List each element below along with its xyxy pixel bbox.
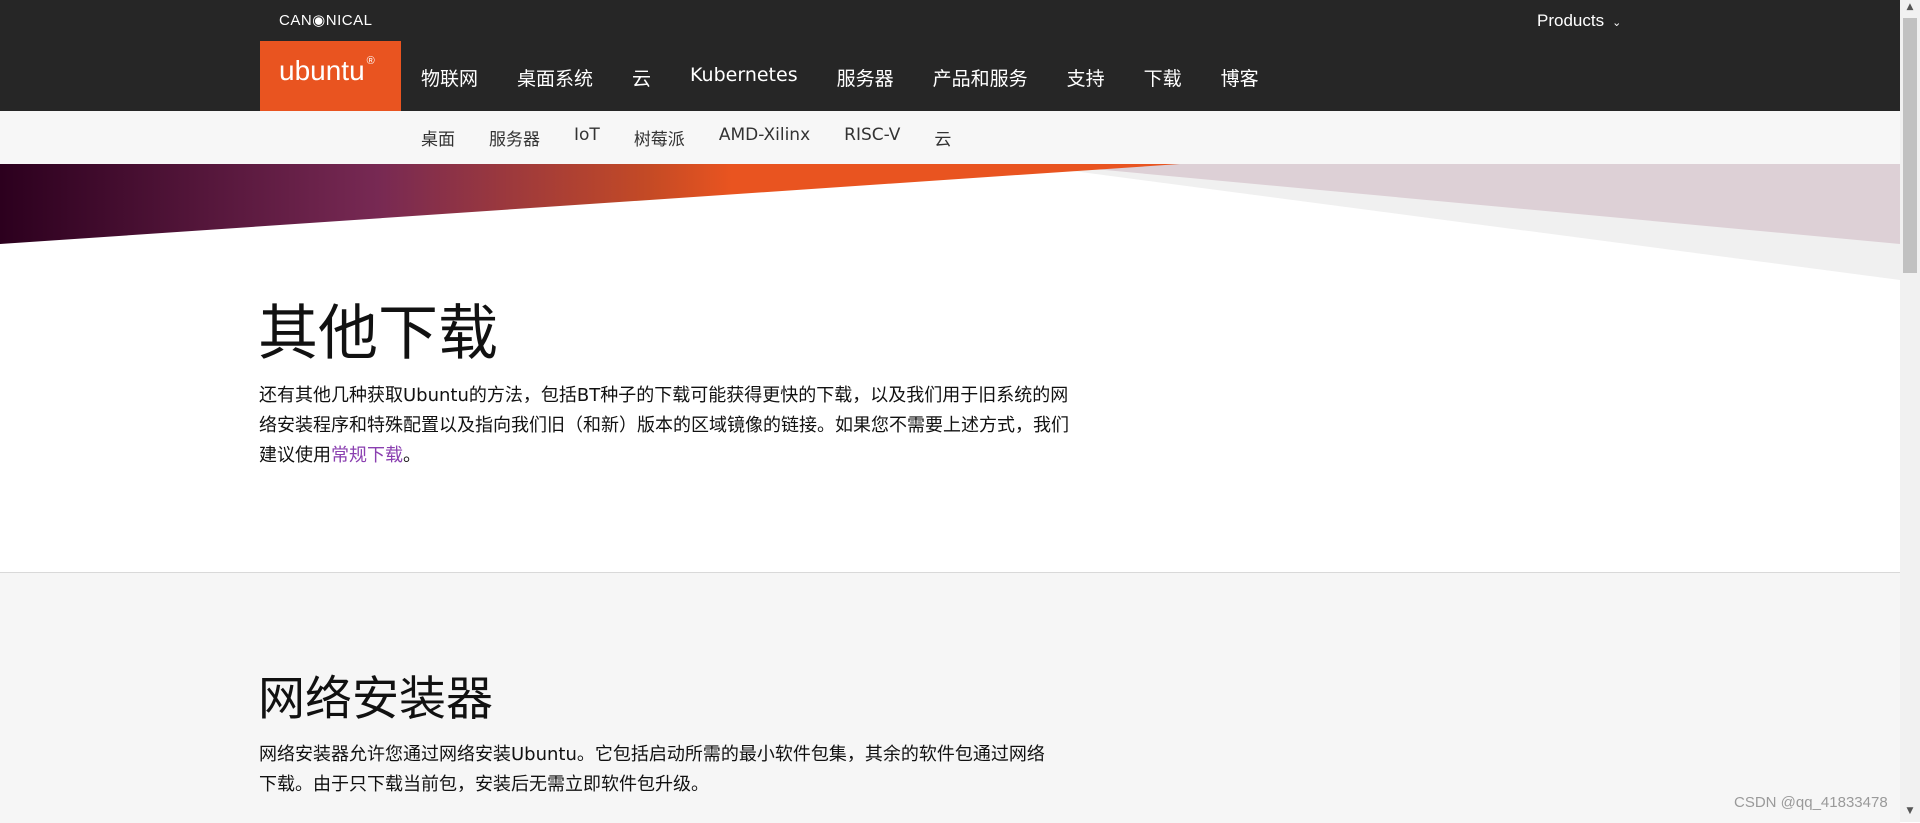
registered-mark: ® (366, 54, 375, 67)
nav-item-server[interactable]: 服务器 (837, 64, 894, 91)
ubuntu-logo-text: ubuntu (279, 55, 365, 86)
subnav-item-server[interactable]: 服务器 (489, 125, 540, 150)
intro-paragraph: 还有其他几种获取Ubuntu的方法，包括BT种子的下载可能获得更快的下载，以及我… (259, 381, 1069, 471)
nav-item-cloud[interactable]: 云 (632, 64, 651, 91)
watermark: CSDN @qq_41833478 (1734, 794, 1888, 811)
nav-item-products[interactable]: 产品和服务 (933, 64, 1028, 91)
hero-suru-banner (0, 164, 1900, 280)
ubuntu-logo[interactable]: ubuntu ® (279, 55, 375, 87)
subnav-item-cloud[interactable]: 云 (934, 125, 951, 150)
section-title-netboot: 网络安装器 (258, 672, 493, 727)
sub-nav: 桌面 服务器 IoT 树莓派 AMD-Xilinx RISC-V 云 (421, 125, 985, 150)
subnav-item-raspberry-pi[interactable]: 树莓派 (634, 125, 685, 150)
main-nav: 物联网 桌面系统 云 Kubernetes 服务器 产品和服务 支持 下载 博客 (421, 64, 1298, 91)
nav-item-support[interactable]: 支持 (1067, 64, 1105, 91)
subnav-item-amd-xilinx[interactable]: AMD-Xilinx (719, 125, 810, 150)
regular-download-link[interactable]: 常规下载 (331, 445, 403, 466)
chevron-down-icon: ⌄ (1612, 17, 1622, 29)
nav-item-iot[interactable]: 物联网 (421, 64, 478, 91)
nav-item-blog[interactable]: 博客 (1221, 64, 1259, 91)
subnav-item-iot[interactable]: IoT (574, 125, 600, 150)
netboot-paragraph: 网络安装器允许您通过网络安装Ubuntu。它包括启动所需的最小软件包集，其余的软… (259, 744, 1045, 795)
scroll-down-arrow-icon[interactable]: ▼ (1903, 806, 1917, 820)
nav-item-download[interactable]: 下载 (1144, 64, 1182, 91)
nav-item-kubernetes[interactable]: Kubernetes (690, 64, 798, 91)
products-label: Products (1537, 11, 1605, 30)
canonical-logo[interactable]: CAN◉NICAL (279, 11, 372, 29)
subnav-item-desktop[interactable]: 桌面 (421, 125, 455, 150)
intro-text-end: 。 (403, 445, 421, 466)
nav-item-desktop[interactable]: 桌面系统 (517, 64, 593, 91)
subnav-item-risc-v[interactable]: RISC-V (844, 125, 900, 150)
page-title: 其他下载 (258, 299, 498, 369)
scroll-up-arrow-icon[interactable]: ▲ (1903, 2, 1917, 16)
scrollbar-thumb[interactable] (1903, 18, 1917, 273)
products-menu-button[interactable]: Products ⌄ (1537, 11, 1621, 31)
